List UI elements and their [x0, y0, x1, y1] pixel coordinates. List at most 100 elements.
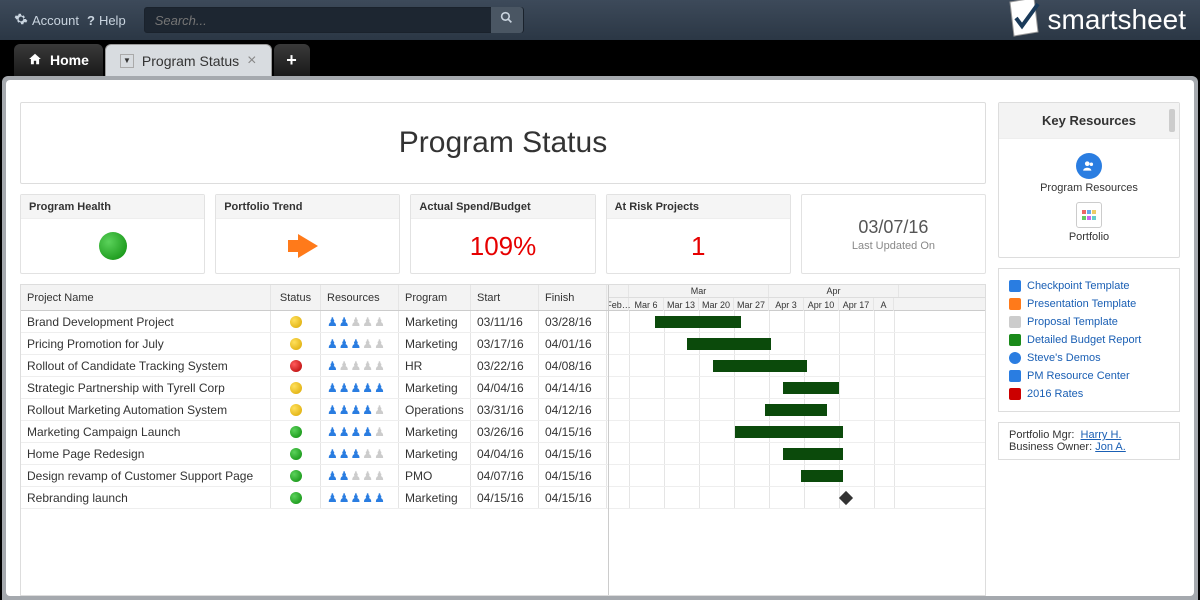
table-row[interactable]: Pricing Promotion for July♟♟♟♟♟Marketing… — [21, 333, 608, 355]
col-header-name[interactable]: Project Name — [21, 285, 271, 310]
cell-name: Marketing Campaign Launch — [21, 421, 271, 442]
plus-icon: + — [286, 50, 297, 71]
col-header-finish[interactable]: Finish — [539, 285, 607, 310]
portfolio-link[interactable]: Portfolio — [1069, 202, 1109, 243]
tab-home[interactable]: Home — [14, 44, 103, 76]
cell-start: 04/07/16 — [471, 465, 539, 486]
cell-status — [271, 333, 321, 354]
table-row[interactable]: Design revamp of Customer Support Page♟♟… — [21, 465, 608, 487]
person-icon: ♟ — [351, 337, 362, 351]
kpi-row: Program Health Portfolio Trend Actual Sp… — [20, 194, 986, 274]
cell-program: Marketing — [399, 443, 471, 464]
gantt-week: Feb… — [609, 298, 629, 311]
col-header-start[interactable]: Start — [471, 285, 539, 310]
search-button[interactable] — [491, 7, 523, 33]
col-header-program[interactable]: Program — [399, 285, 471, 310]
scrollbar[interactable] — [1169, 109, 1175, 132]
chevron-down-icon[interactable]: ▼ — [120, 54, 134, 68]
person-icon: ♟ — [339, 359, 350, 373]
cell-start: 03/31/16 — [471, 399, 539, 420]
gantt-bar[interactable] — [735, 426, 843, 438]
resource-link[interactable]: Detailed Budget Report — [1009, 331, 1169, 349]
person-icon: ♟ — [351, 447, 362, 461]
gantt-month: Apr — [769, 285, 899, 297]
file-icon — [1009, 370, 1021, 382]
cell-resources: ♟♟♟♟♟ — [321, 443, 399, 464]
person-icon: ♟ — [339, 425, 350, 439]
file-icon — [1009, 334, 1021, 346]
search-input[interactable] — [145, 13, 491, 28]
cell-finish: 04/08/16 — [539, 355, 607, 376]
gantt-row — [609, 487, 985, 509]
page-title: Program Status — [20, 102, 986, 184]
gantt-bar[interactable] — [783, 448, 843, 460]
help-link[interactable]: ? Help — [87, 13, 126, 28]
search-icon — [500, 11, 513, 29]
person-icon: ♟ — [351, 403, 362, 417]
person-icon: ♟ — [362, 447, 373, 461]
person-icon: ♟ — [362, 491, 373, 505]
cell-finish: 04/15/16 — [539, 421, 607, 442]
gantt-bar[interactable] — [765, 404, 827, 416]
col-header-resources[interactable]: Resources — [321, 285, 399, 310]
cell-name: Rebranding launch — [21, 487, 271, 508]
person-icon: ♟ — [362, 337, 373, 351]
cell-start: 03/17/16 — [471, 333, 539, 354]
resource-link[interactable]: Proposal Template — [1009, 313, 1169, 331]
cell-program: Marketing — [399, 311, 471, 332]
resource-link[interactable]: Presentation Template — [1009, 295, 1169, 313]
status-yellow-icon — [290, 404, 302, 416]
cell-program: Marketing — [399, 377, 471, 398]
project-table: Project Name Status Resources Program St… — [20, 284, 986, 596]
kpi-at-risk: At Risk Projects 1 — [606, 194, 791, 274]
gantt-row — [609, 377, 985, 399]
gantt-bar[interactable] — [655, 316, 741, 328]
tab-program-status[interactable]: ▼ Program Status × — [105, 44, 272, 76]
table-body: Brand Development Project♟♟♟♟♟Marketing0… — [21, 311, 608, 509]
person-icon: ♟ — [374, 403, 385, 417]
cell-name: Pricing Promotion for July — [21, 333, 271, 354]
sidebar: Key Resources Program Resources — [998, 102, 1180, 596]
cell-start: 03/26/16 — [471, 421, 539, 442]
table-row[interactable]: Rollout Marketing Automation System♟♟♟♟♟… — [21, 399, 608, 421]
cell-name: Home Page Redesign — [21, 443, 271, 464]
tab-add[interactable]: + — [274, 44, 310, 76]
table-row[interactable]: Strategic Partnership with Tyrell Corp♟♟… — [21, 377, 608, 399]
person-icon: ♟ — [374, 381, 385, 395]
person-icon: ♟ — [351, 315, 362, 329]
gantt-row — [609, 355, 985, 377]
gantt-week: Mar 6 — [629, 298, 664, 311]
gantt-week: Mar 27 — [734, 298, 769, 311]
cell-finish: 04/15/16 — [539, 443, 607, 464]
business-owner-link[interactable]: Jon A. — [1095, 441, 1126, 453]
gantt-bar[interactable] — [801, 470, 843, 482]
gantt-bar[interactable] — [783, 382, 839, 394]
program-resources-link[interactable]: Program Resources — [1040, 153, 1138, 194]
resource-link[interactable]: Steve's Demos — [1009, 349, 1169, 367]
col-header-status[interactable]: Status — [271, 285, 321, 310]
table-row[interactable]: Marketing Campaign Launch♟♟♟♟♟Marketing0… — [21, 421, 608, 443]
close-icon[interactable]: × — [247, 52, 256, 70]
resource-link[interactable]: 2016 Rates — [1009, 385, 1169, 403]
cell-program: Marketing — [399, 421, 471, 442]
person-icon: ♟ — [351, 469, 362, 483]
resource-link[interactable]: PM Resource Center — [1009, 367, 1169, 385]
resource-link[interactable]: Checkpoint Template — [1009, 277, 1169, 295]
portfolio-mgr-link[interactable]: Harry H. — [1081, 429, 1122, 441]
table-row[interactable]: Rebranding launch♟♟♟♟♟Marketing04/15/160… — [21, 487, 608, 509]
gantt-week: Apr 3 — [769, 298, 804, 311]
table-row[interactable]: Home Page Redesign♟♟♟♟♟Marketing04/04/16… — [21, 443, 608, 465]
gantt-month — [609, 285, 629, 297]
gantt-bar[interactable] — [713, 360, 807, 372]
cell-status — [271, 311, 321, 332]
person-icon: ♟ — [327, 469, 338, 483]
gantt-bar[interactable] — [687, 338, 771, 350]
table-row[interactable]: Brand Development Project♟♟♟♟♟Marketing0… — [21, 311, 608, 333]
cell-start: 04/04/16 — [471, 377, 539, 398]
person-icon: ♟ — [362, 315, 373, 329]
cell-name: Rollout Marketing Automation System — [21, 399, 271, 420]
table-row[interactable]: Rollout of Candidate Tracking System♟♟♟♟… — [21, 355, 608, 377]
cell-status — [271, 443, 321, 464]
cell-resources: ♟♟♟♟♟ — [321, 377, 399, 398]
account-link[interactable]: Account — [14, 12, 79, 29]
